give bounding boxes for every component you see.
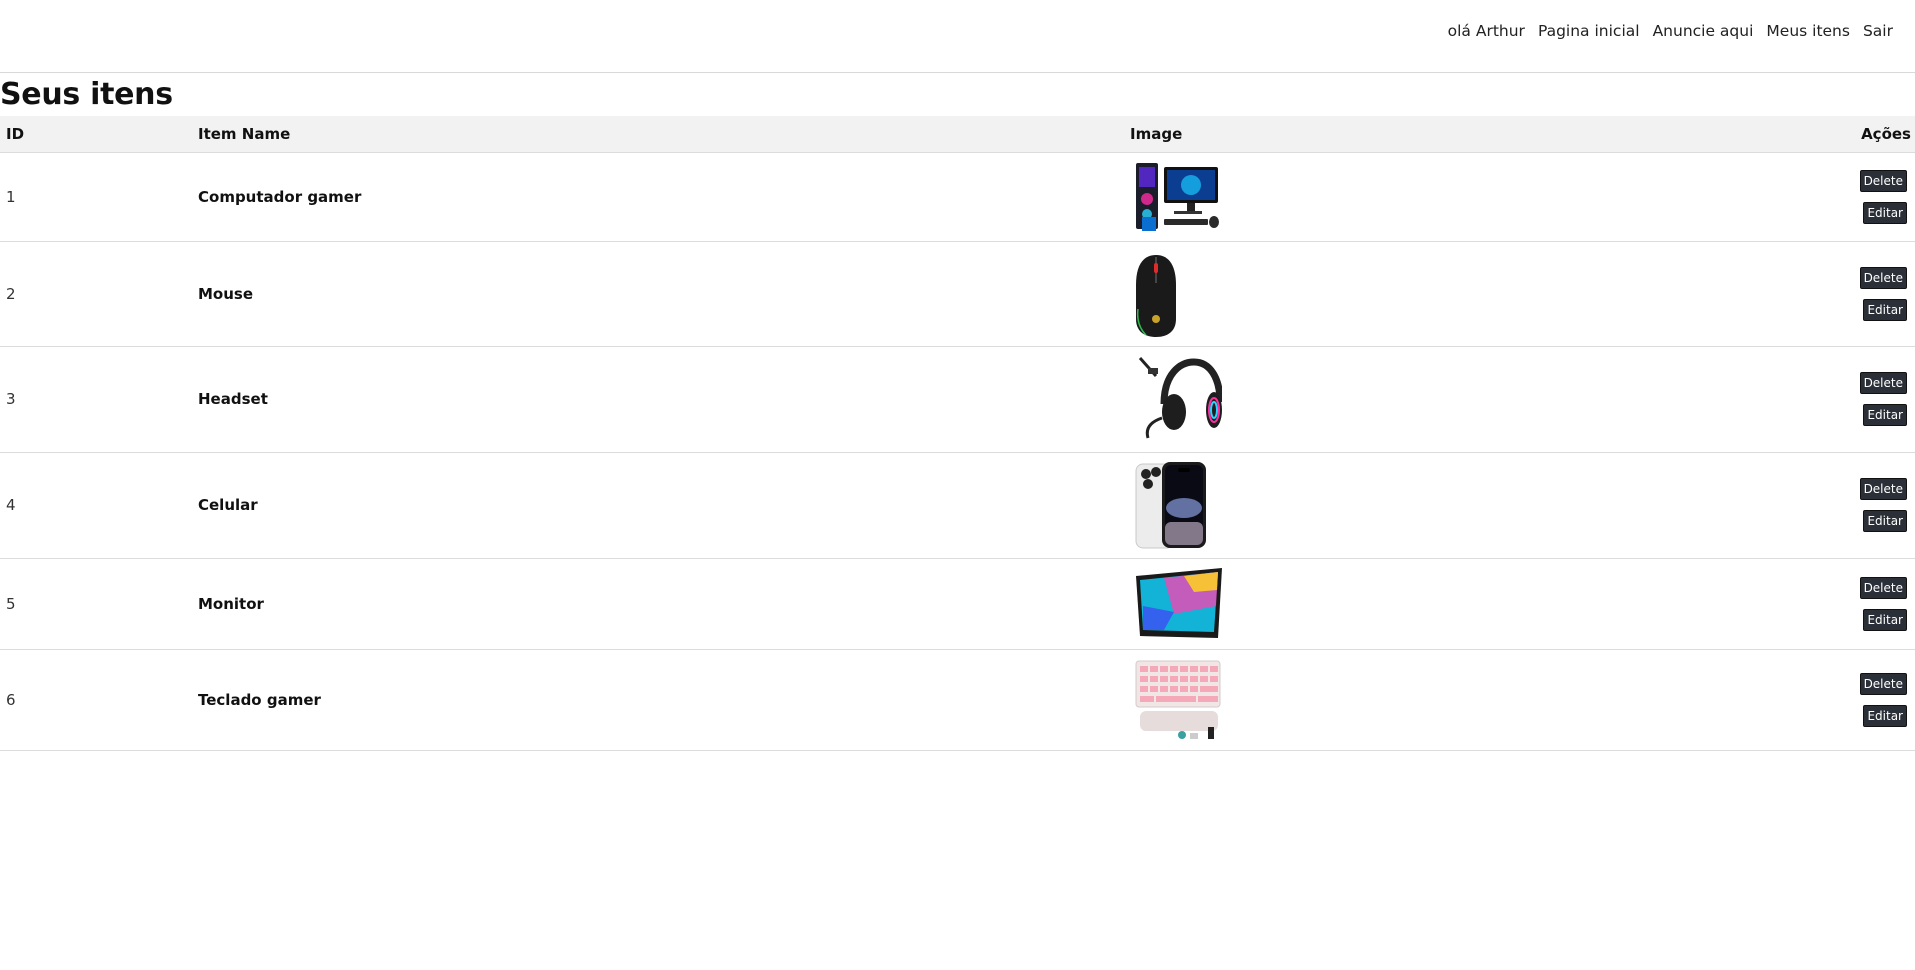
delete-button[interactable]: Delete [1859,372,1907,394]
page-title: Seus itens [0,77,173,112]
item-name: Monitor [198,594,264,613]
smartphone-icon [1135,462,1206,549]
item-id: 4 [6,496,16,514]
header-id: ID [6,124,25,143]
nav-advertise-link[interactable]: Anuncie aqui [1653,22,1754,40]
mouse-icon [1136,254,1176,337]
item-id: 3 [6,390,16,408]
item-name: Headset [198,390,268,408]
item-id: 5 [6,594,16,613]
edit-button[interactable]: Editar [1863,298,1907,321]
item-name: Celular [198,496,258,514]
delete-button[interactable]: Delete [1859,576,1907,599]
item-id: 2 [6,284,16,303]
item-id: 6 [6,690,16,709]
header-image: Image [1130,124,1183,143]
item-id: 1 [6,187,16,206]
edit-button[interactable]: Editar [1863,404,1907,426]
top-navbar: olá Arthur Pagina inicial Anuncie aqui M… [0,0,1915,73]
table-row: 5 Monitor Delete Editar [0,558,1915,649]
delete-button[interactable]: Delete [1859,478,1907,500]
delete-button[interactable]: Delete [1859,169,1907,192]
edit-button[interactable]: Editar [1863,704,1907,727]
headset-icon [1138,357,1222,439]
keyboard-icon [1135,660,1221,739]
table-row: 4 Celular Delete Editar [0,452,1915,558]
nav-greeting[interactable]: olá Arthur [1448,22,1525,40]
table-row: 6 Teclado gamer Delete Editar [0,649,1915,750]
table-row: 2 Mouse Delete Editar [0,241,1915,346]
edit-button[interactable]: Editar [1863,510,1907,532]
edit-button[interactable]: Editar [1863,201,1907,224]
monitor-icon [1136,567,1222,638]
nav-my-items-link[interactable]: Meus itens [1766,22,1850,40]
table-row: 1 Computador gamer Delete Editar [0,152,1915,241]
nav-home-link[interactable]: Pagina inicial [1538,22,1640,40]
items-table: ID Item Name Image Ações 1 Computador ga… [0,116,1915,751]
item-name: Computador gamer [198,187,362,206]
gaming-pc-icon [1136,162,1219,231]
table-row: 3 Headset Delete Editar [0,346,1915,452]
table-header-row: ID Item Name Image Ações [0,116,1915,152]
nav-logout-link[interactable]: Sair [1863,22,1893,40]
main-nav: olá Arthur Pagina inicial Anuncie aqui M… [1448,22,1893,40]
delete-button[interactable]: Delete [1859,672,1907,695]
item-name: Teclado gamer [198,690,321,709]
delete-button[interactable]: Delete [1859,266,1907,289]
item-name: Mouse [198,284,254,303]
header-actions: Ações [1861,124,1911,143]
edit-button[interactable]: Editar [1863,608,1907,631]
header-item-name: Item Name [198,124,291,143]
